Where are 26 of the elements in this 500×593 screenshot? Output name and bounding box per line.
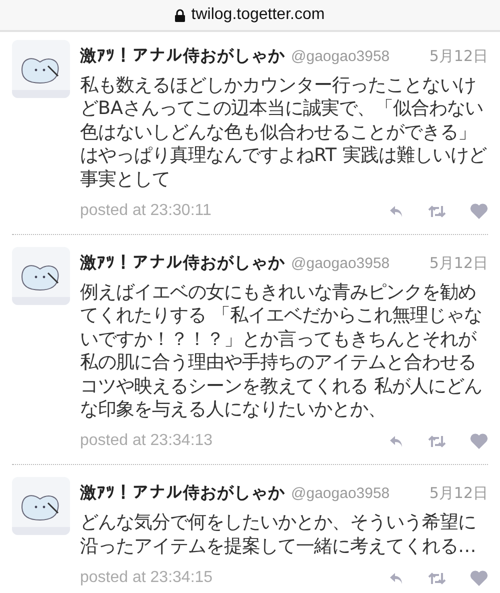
tweet-date[interactable]: 5月12日	[429, 42, 488, 70]
user-name[interactable]: 激ｱﾂ！アナル侍おがしゃか	[80, 42, 285, 70]
retweet-icon[interactable]	[428, 572, 446, 585]
url-text[interactable]: twilog.togetter.com	[191, 6, 325, 24]
posted-time: posted at 23:34:15	[80, 569, 213, 588]
tweet-date[interactable]: 5月12日	[429, 249, 488, 278]
retweet-icon[interactable]	[428, 204, 446, 218]
user-handle[interactable]: @gaogao3958	[291, 480, 390, 508]
tweet-text: どんな気分で何をしたいかとか、そういう希望に沿ったアイテムを提案して一緒に考えてくれる…	[80, 511, 478, 558]
tweet-text: 私も数えるほどしかカウンター行ったことないけどBAさんってこの辺本当に誠実で、「似合わない色はないしどんな色も似合わせることができる」はやっぱり真理なんですよねRT 実践は難しいけど事実として	[80, 74, 488, 192]
user-name[interactable]: 激ｱﾂ！アナル侍おがしゃか	[80, 249, 285, 278]
reply-icon[interactable]	[389, 572, 404, 585]
retweet-icon[interactable]	[428, 434, 446, 448]
posted-time: posted at 23:34:13	[80, 432, 213, 450]
heart-icon[interactable]	[470, 203, 488, 220]
heart-icon[interactable]	[470, 433, 488, 450]
heart-icon[interactable]	[470, 570, 488, 586]
posted-time: posted at 23:30:11	[80, 202, 212, 220]
tweet-date[interactable]: 5月12日	[429, 479, 488, 508]
user-name[interactable]: 激ｱﾂ！アナル侍おがしゃか	[80, 479, 285, 508]
lock-icon	[175, 8, 186, 22]
user-handle[interactable]: @gaogao3958	[291, 250, 390, 278]
reply-icon[interactable]	[389, 434, 404, 448]
user-handle[interactable]: @gaogao3958	[291, 43, 390, 71]
reply-icon[interactable]	[389, 204, 404, 218]
tweet-text: 例えばイエベの女にもきれいな青みピンクを勧めてくれたりする 「私イエベだからこれ無理じゃないですか！？！？」とか言ってもきちんとそれが私の肌に合う理由や手持ちのアイテムと合わせるコツや映えるシーンを教えてくれる 私が人にどんな印象を与える人になりたいかとか、	[80, 281, 483, 422]
